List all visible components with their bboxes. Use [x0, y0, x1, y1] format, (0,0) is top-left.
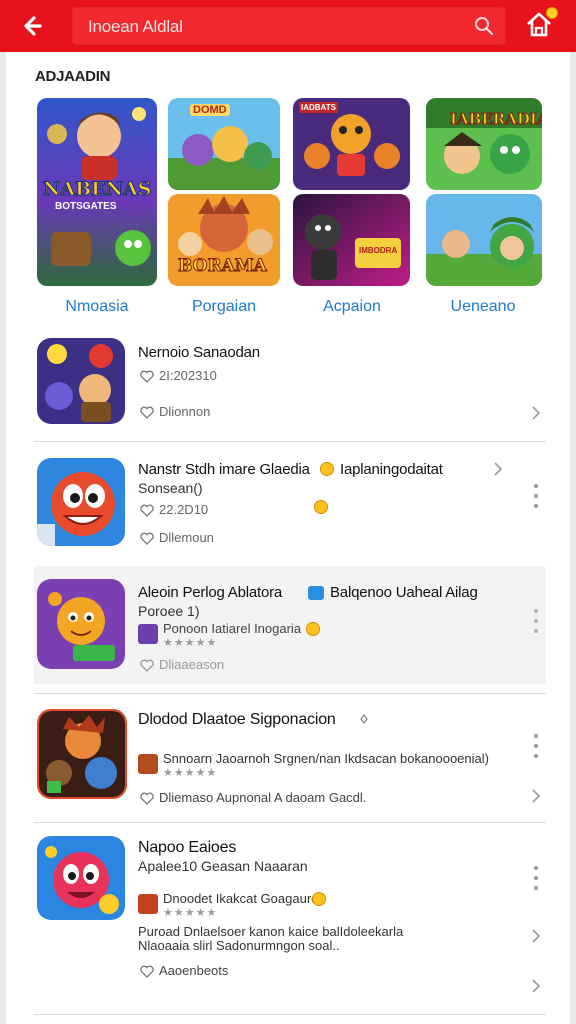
chevron-right-icon[interactable]	[531, 405, 541, 421]
chevron-right-icon[interactable]	[531, 978, 541, 994]
chevron-right-icon[interactable]	[531, 928, 541, 944]
category-label-3[interactable]: Acpaion	[290, 298, 414, 316]
developer-logo	[138, 894, 158, 914]
tile-caption: IADBATS	[299, 102, 338, 113]
app-title-extra: Iaplaningodaitat	[340, 461, 443, 478]
coin-badge-icon	[306, 622, 320, 636]
tile-caption: IABERADIA	[450, 110, 542, 129]
app-subtitle: Poroee 1)	[138, 603, 200, 619]
heart-icon[interactable]	[140, 965, 154, 978]
more-options-icon[interactable]	[533, 482, 539, 510]
chevron-right-icon[interactable]	[493, 461, 503, 477]
heart-icon[interactable]	[140, 792, 154, 805]
verified-badge-icon	[308, 586, 324, 600]
app-icon-4[interactable]	[37, 709, 127, 799]
tile-caption: DOMD	[190, 104, 230, 116]
app-title[interactable]: Nanstr Stdh imare Glaedia	[138, 461, 310, 478]
rating-stars: ★★★★★	[163, 907, 218, 919]
app-meta: Dllemoun	[159, 530, 214, 545]
app-meta: Dlionnon	[159, 404, 211, 419]
list-divider	[34, 693, 546, 694]
featured-section-title: ADJAADIN	[35, 68, 111, 85]
coin-badge-icon	[312, 892, 326, 906]
app-description-line-2: Nlaoaaia slirl Sadonurmngon soal..	[138, 938, 340, 953]
chevron-right-icon[interactable]	[531, 788, 541, 804]
category-label-2[interactable]: Porgaian	[162, 298, 286, 316]
more-options-icon[interactable]	[533, 732, 539, 760]
info-icon[interactable]	[359, 711, 369, 727]
search-field-text: Inoean Aldlal	[88, 17, 183, 36]
app-date: 2I:202310	[159, 368, 217, 383]
coin-badge-icon	[314, 500, 328, 514]
more-options-icon[interactable]	[533, 864, 539, 892]
tile-subcaption: BOTSGATES	[55, 201, 117, 212]
list-divider	[34, 822, 546, 823]
coin-badge-icon	[320, 462, 334, 476]
featured-tile-4[interactable]: IADBATS	[293, 98, 410, 190]
app-icon-2[interactable]	[37, 458, 125, 546]
app-icon-5[interactable]	[37, 836, 125, 920]
app-developer: Ponoon Iatiarel Inogaria	[163, 621, 302, 636]
category-label-1[interactable]: Nmoasia	[35, 298, 159, 316]
app-developer: Dnoodet Ikakcat Goagaure	[163, 891, 319, 906]
featured-tile-5[interactable]: IMBODRA	[293, 194, 410, 286]
featured-tile-3[interactable]: BORAMA	[168, 194, 280, 286]
home-button[interactable]	[524, 7, 558, 41]
content-card: ADJAADIN NABENAS BOTSGATES DOMD BORAMA I…	[6, 52, 570, 1024]
back-arrow-icon[interactable]	[18, 10, 52, 42]
more-options-icon[interactable]	[533, 607, 539, 635]
top-app-bar: Inoean Aldlal	[0, 0, 576, 52]
tile-caption: IMBODRA	[359, 246, 398, 255]
app-meta: Aaoenbeots	[159, 963, 229, 978]
category-label-4[interactable]: Ueneano	[421, 298, 545, 316]
rating-stars: ★★★★★	[163, 637, 218, 649]
app-icon-3[interactable]	[37, 579, 125, 669]
app-developer: Snnoarn Jaoarnoh Srgnen/nan Ikdsacan bok…	[163, 751, 489, 766]
tile-caption: BORAMA	[178, 256, 268, 277]
app-title[interactable]: Aleoin Perlog Ablatora	[138, 584, 282, 601]
featured-tile-1[interactable]: NABENAS BOTSGATES	[37, 98, 157, 286]
developer-logo	[138, 624, 158, 644]
app-title[interactable]: Nernoio Sanaodan	[138, 344, 260, 361]
heart-icon[interactable]	[140, 532, 154, 545]
rating-stars: ★★★★★	[163, 767, 218, 779]
app-title[interactable]: Dlodod Dlaatoe Sigponacion	[138, 711, 336, 729]
featured-tile-2[interactable]: DOMD	[168, 98, 280, 190]
app-title-extra: Balqenoo Uaheal Ailag	[330, 584, 478, 601]
app-title[interactable]: Napoo Eaioes	[138, 839, 236, 857]
heart-icon[interactable]	[140, 504, 154, 517]
app-icon-1[interactable]	[37, 338, 125, 424]
app-meta: Dliemaso Aupnonal A daoam Gacdl.	[159, 790, 367, 805]
app-subtitle: Apalee10 Geasan Naaaran	[138, 858, 308, 874]
tile-caption: NABENAS	[42, 178, 152, 201]
list-divider	[34, 441, 546, 442]
heart-icon[interactable]	[140, 406, 154, 419]
app-description-line-1: Puroad Dnlaelsoer kanon kaice balIdoleek…	[138, 924, 404, 939]
notification-dot	[546, 7, 558, 19]
heart-icon[interactable]	[140, 659, 154, 672]
developer-logo	[138, 754, 158, 774]
search-icon[interactable]	[472, 14, 496, 38]
app-date: 22.2D10	[159, 502, 209, 517]
search-field[interactable]: Inoean Aldlal	[72, 7, 506, 45]
featured-tile-7[interactable]	[426, 194, 542, 286]
app-meta: Dliaaeason	[159, 657, 225, 672]
list-divider	[34, 1014, 546, 1015]
featured-tile-6[interactable]: IABERADIA	[426, 98, 542, 190]
app-subtitle: Sonsean()	[138, 480, 203, 496]
heart-icon[interactable]	[140, 370, 154, 383]
